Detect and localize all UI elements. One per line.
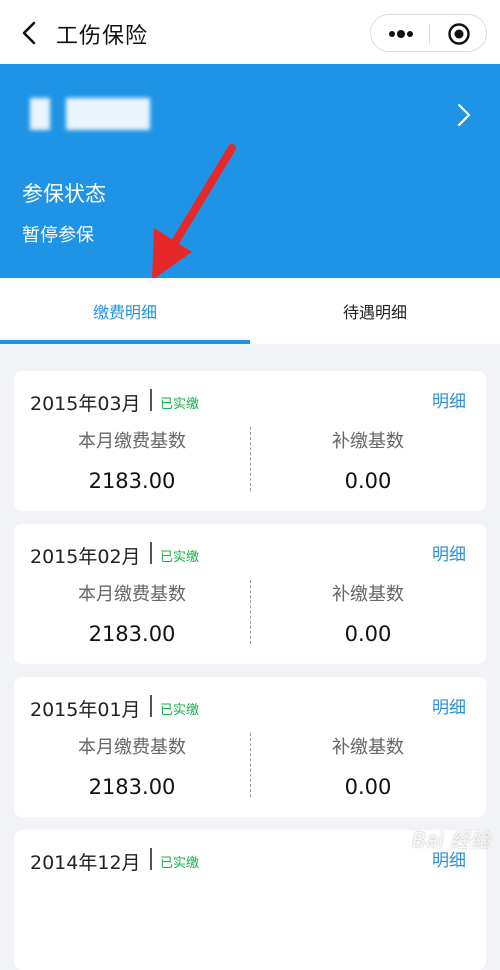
supplementary-base-label: 补缴基数: [332, 584, 404, 605]
baidu-watermark: Bai 经验: [412, 828, 490, 852]
monthly-base-column: 本月缴费基数 2183.00: [14, 427, 250, 493]
blurred-name: [30, 98, 50, 130]
paid-status-badge: 已实缴: [160, 397, 200, 412]
paid-status-badge: 已实缴: [160, 703, 200, 718]
monthly-base-value: 2183.00: [88, 469, 176, 493]
tab-bar: 缴费明细 待遇明细: [0, 278, 500, 344]
supplementary-base-column: 补缴基数 0.00: [250, 427, 486, 493]
supplementary-base-column: 补缴基数 0.00: [250, 580, 486, 646]
paid-status-badge: 已实缴: [160, 550, 200, 565]
separator: [150, 695, 152, 717]
back-button[interactable]: [14, 16, 44, 50]
target-circle-icon: [448, 23, 470, 45]
close-miniprogram-button[interactable]: [447, 22, 471, 46]
detail-link[interactable]: 明细: [432, 387, 466, 412]
active-tab-indicator: [0, 340, 250, 344]
supplementary-base-label: 补缴基数: [332, 431, 404, 452]
supplementary-base-label: 补缴基数: [332, 737, 404, 758]
insurance-status-banner[interactable]: 参保状态 暂停参保: [0, 64, 500, 278]
capsule-divider: [429, 24, 430, 44]
navigation-bar: 工伤保险: [0, 0, 500, 64]
monthly-base-label: 本月缴费基数: [78, 584, 186, 605]
record-month: 2015年03月: [30, 393, 141, 415]
monthly-base-label: 本月缴费基数: [78, 431, 186, 452]
separator: [150, 542, 152, 564]
supplementary-base-value: 0.00: [344, 469, 392, 493]
chevron-left-icon: [22, 21, 36, 45]
tab-benefit-details[interactable]: 待遇明细: [250, 278, 500, 344]
monthly-base-column: 本月缴费基数 2183.00: [14, 733, 250, 799]
record-month: 2015年01月: [30, 699, 141, 721]
separator: [150, 848, 152, 870]
supplementary-base-value: 0.00: [344, 775, 392, 799]
mini-program-capsule: [370, 14, 487, 52]
separator: [150, 389, 152, 411]
status-label: 参保状态: [22, 182, 106, 206]
monthly-base-value: 2183.00: [88, 775, 176, 799]
more-button[interactable]: [385, 24, 417, 44]
paid-status-badge: 已实缴: [160, 856, 200, 871]
chevron-right-icon: [457, 103, 471, 127]
record-month: 2015年02月: [30, 546, 141, 568]
monthly-base-label: 本月缴费基数: [78, 737, 186, 758]
tab-payment-details[interactable]: 缴费明细: [0, 278, 250, 344]
payment-record-card: 2015年03月 已实缴 明细 本月缴费基数 2183.00 补缴基数 0.00: [14, 371, 486, 511]
supplementary-base-column: 补缴基数 0.00: [250, 733, 486, 799]
red-arrow-annotation: [152, 144, 236, 280]
record-month: 2014年12月: [30, 852, 141, 874]
supplementary-base-value: 0.00: [344, 622, 392, 646]
detail-link[interactable]: 明细: [432, 693, 466, 718]
monthly-base-value: 2183.00: [88, 622, 176, 646]
blurred-id: [66, 98, 150, 130]
detail-link[interactable]: 明细: [432, 540, 466, 565]
monthly-base-column: 本月缴费基数 2183.00: [14, 580, 250, 646]
payment-record-card: 2015年02月 已实缴 明细 本月缴费基数 2183.00 补缴基数 0.00: [14, 524, 486, 664]
more-dots-icon: [389, 30, 413, 38]
status-value: 暂停参保: [22, 225, 94, 246]
page-title: 工伤保险: [56, 24, 149, 49]
payment-record-card: 2015年01月 已实缴 明细 本月缴费基数 2183.00 补缴基数 0.00: [14, 677, 486, 817]
